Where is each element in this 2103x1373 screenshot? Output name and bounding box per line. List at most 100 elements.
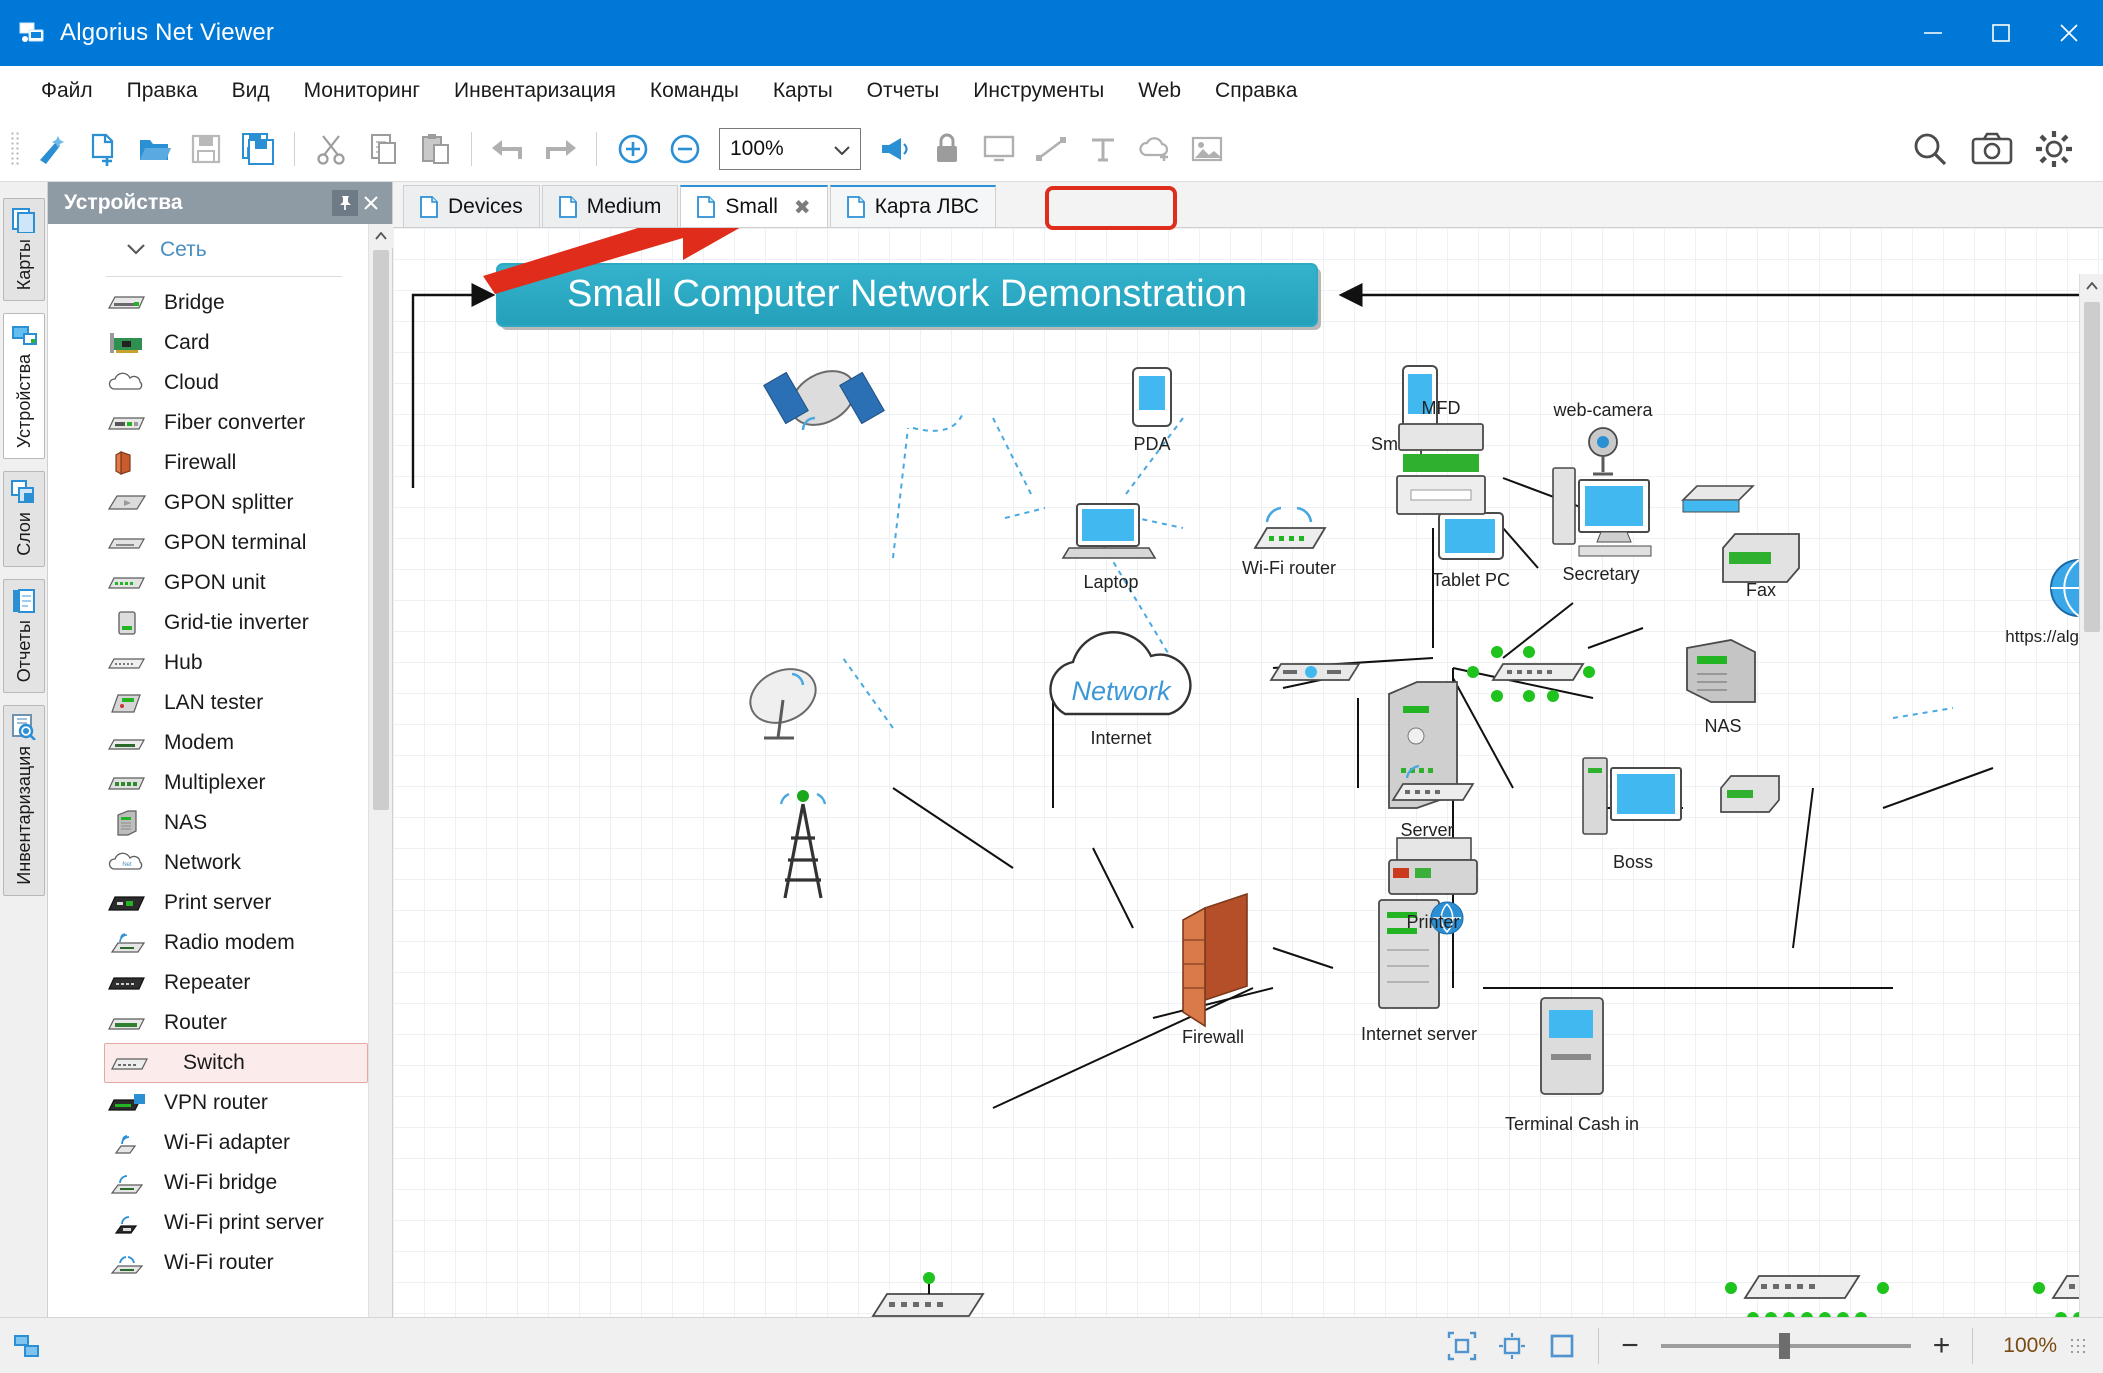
redo-arrow-icon[interactable]: [534, 123, 586, 175]
device-item-card[interactable]: Card: [48, 323, 368, 363]
app-mini-icon[interactable]: [4, 1323, 50, 1369]
menu-commands[interactable]: Команды: [633, 73, 756, 109]
camera-icon[interactable]: [1961, 120, 2023, 178]
resize-grip[interactable]: [2069, 1336, 2087, 1355]
tab-medium[interactable]: Medium: [541, 185, 679, 227]
network-diagram[interactable]: Small Computer Network Demonstration PDA…: [393, 228, 2103, 1348]
laptop-node[interactable]: Laptop: [1061, 503, 1157, 592]
device-item-fiber-converter[interactable]: Fiber converter: [48, 403, 368, 443]
cloud-add-icon[interactable]: [1129, 123, 1181, 175]
fit-width-icon[interactable]: [1490, 1324, 1534, 1368]
device-item-repeater[interactable]: Repeater: [48, 963, 368, 1003]
device-item-multiplexer[interactable]: Multiplexer: [48, 763, 368, 803]
pin-icon[interactable]: [332, 190, 358, 216]
paste-icon[interactable]: [409, 123, 461, 175]
gear-icon[interactable]: [2023, 120, 2085, 178]
zoom-out-icon[interactable]: [659, 123, 711, 175]
zoom-out-button[interactable]: −: [1613, 1329, 1647, 1363]
scroll-up-button[interactable]: [2080, 274, 2103, 298]
device-item-radio-modem[interactable]: Radio modem: [48, 923, 368, 963]
device-item-firewall[interactable]: Firewall: [48, 443, 368, 483]
scroll-thumb[interactable]: [372, 250, 389, 810]
network-map-canvas[interactable]: Small Computer Network Demonstration PDA…: [393, 228, 2103, 1373]
rail-devices[interactable]: Устройства: [3, 313, 45, 460]
device-item-lan-tester[interactable]: LAN tester: [48, 683, 368, 723]
zoom-slider[interactable]: [1660, 1332, 1911, 1359]
maximize-button[interactable]: [1967, 0, 2035, 66]
device-item-wifi-router[interactable]: Wi-Fi router: [48, 1243, 368, 1283]
media-converter-icon[interactable]: [1269, 663, 1361, 681]
menu-tools[interactable]: Инструменты: [956, 73, 1121, 109]
network-cloud-node[interactable]: Network Internet: [1049, 631, 1192, 748]
atm-node[interactable]: Terminal Cash in: [1505, 997, 1639, 1134]
device-item-nas[interactable]: NAS: [48, 803, 368, 843]
device-item-network[interactable]: Net Network: [48, 843, 368, 883]
tab-small[interactable]: Small ✖: [680, 185, 828, 227]
undo-arrow-icon[interactable]: [482, 123, 534, 175]
menu-view[interactable]: Вид: [215, 73, 287, 109]
menu-inventory[interactable]: Инвентаризация: [437, 73, 633, 109]
rail-inventory[interactable]: Инвентаризация: [3, 705, 45, 897]
menu-file[interactable]: Файл: [24, 73, 110, 109]
menu-reports[interactable]: Отчеты: [850, 73, 957, 109]
menu-help[interactable]: Справка: [1198, 73, 1314, 109]
tab-devices[interactable]: Devices: [403, 185, 540, 227]
zoom-in-button[interactable]: +: [1925, 1329, 1959, 1363]
fit-page-icon[interactable]: [1540, 1324, 1584, 1368]
close-button[interactable]: [2035, 0, 2103, 66]
desk-phone-icon[interactable]: [1720, 775, 1780, 813]
chevron-down-icon[interactable]: [126, 239, 146, 261]
open-folder-icon[interactable]: [128, 123, 180, 175]
device-list[interactable]: Сеть Bridge Card Cloud Fiber converter F…: [48, 224, 368, 1373]
device-item-grid-tie-inverter[interactable]: Grid-tie inverter: [48, 603, 368, 643]
text-tool-icon[interactable]: [1077, 123, 1129, 175]
announce-megaphone-icon[interactable]: [869, 123, 921, 175]
canvas-vertical-scrollbar[interactable]: [2079, 274, 2103, 1373]
lock-icon[interactable]: [921, 123, 973, 175]
cell-tower-icon[interactable]: [779, 790, 827, 899]
device-item-switch[interactable]: Switch: [104, 1043, 368, 1083]
rail-layers[interactable]: Слои: [3, 471, 45, 568]
tab-close-icon[interactable]: ✖: [794, 195, 811, 220]
devices-scrollbar[interactable]: [368, 224, 393, 1373]
device-item-gpon-splitter[interactable]: GPON splitter: [48, 483, 368, 523]
fit-selection-icon[interactable]: [1440, 1324, 1484, 1368]
cut-scissors-icon[interactable]: [305, 123, 357, 175]
close-icon[interactable]: [358, 190, 384, 216]
rail-maps[interactable]: Карты: [3, 198, 45, 302]
secretary-node[interactable]: Secretary: [1552, 467, 1652, 584]
menu-web[interactable]: Web: [1121, 73, 1198, 109]
zoom-in-icon[interactable]: [607, 123, 659, 175]
menu-edit[interactable]: Правка: [110, 73, 215, 109]
fax-node[interactable]: Fax: [1722, 533, 1800, 600]
device-item-wifi-print-server[interactable]: Wi-Fi print server: [48, 1203, 368, 1243]
link-icon[interactable]: [1025, 123, 1077, 175]
copy-icon[interactable]: [357, 123, 409, 175]
device-group-network[interactable]: Сеть: [48, 224, 368, 276]
image-icon[interactable]: [1181, 123, 1233, 175]
rail-reports[interactable]: Отчеты: [3, 579, 45, 694]
device-item-cloud[interactable]: Cloud: [48, 363, 368, 403]
save-all-icon[interactable]: [232, 123, 284, 175]
device-item-hub[interactable]: Hub: [48, 643, 368, 683]
webcam-node[interactable]: web-camera: [1552, 400, 1654, 476]
magic-wand-icon[interactable]: [24, 123, 76, 175]
menu-maps[interactable]: Карты: [756, 73, 850, 109]
zoom-level-combobox[interactable]: 100%: [719, 127, 861, 170]
toolbar-grip[interactable]: [10, 130, 20, 167]
pda-node[interactable]: PDA: [1132, 367, 1172, 454]
tab-lan-map[interactable]: Карта ЛВС: [829, 185, 996, 227]
wifi-router-node[interactable]: Wi-Fi router: [1242, 506, 1336, 578]
search-icon[interactable]: [1899, 120, 1961, 178]
device-item-modem[interactable]: Modem: [48, 723, 368, 763]
boss-node[interactable]: Boss: [1582, 757, 1682, 872]
scroll-up-button[interactable]: [368, 224, 393, 248]
device-item-wifi-adapter[interactable]: Wi-Fi adapter: [48, 1123, 368, 1163]
firewall-node[interactable]: Firewall: [1182, 892, 1248, 1047]
device-item-router[interactable]: Router: [48, 1003, 368, 1043]
nas-node[interactable]: NAS: [1686, 639, 1756, 736]
device-item-gpon-terminal[interactable]: GPON terminal: [48, 523, 368, 563]
scanner-icon[interactable]: [1681, 485, 1755, 513]
satellite-icon[interactable]: [763, 360, 885, 436]
device-item-bridge[interactable]: Bridge: [48, 283, 368, 323]
